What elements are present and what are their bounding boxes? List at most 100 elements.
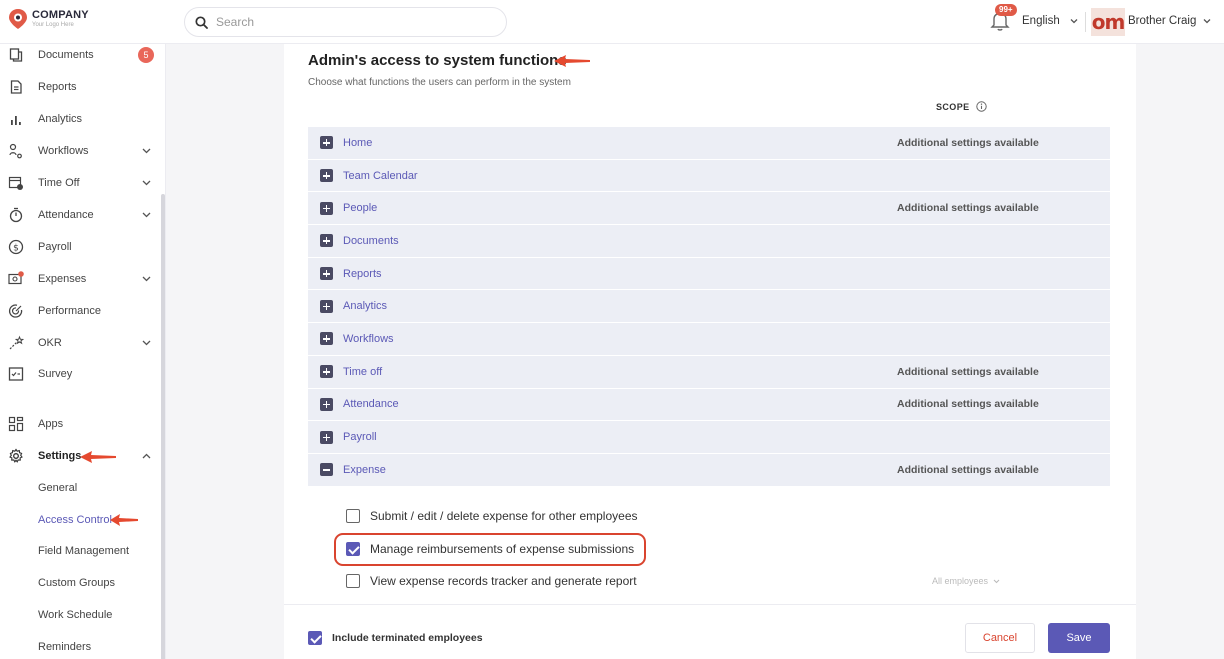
workflows-icon <box>8 143 24 159</box>
module-label: Analytics <box>343 300 388 313</box>
scope-value: All employees <box>932 576 989 586</box>
chevron-down-icon[interactable] <box>142 276 151 282</box>
additional-settings-note: Additional settings available <box>897 136 1039 149</box>
language-selector[interactable]: English <box>1022 15 1078 27</box>
sidebar-scrollbar[interactable] <box>161 194 165 659</box>
module-label: Team Calendar <box>343 169 418 182</box>
sidebar-item-label: Settings <box>38 450 82 462</box>
include-terminated-checkbox[interactable] <box>308 631 322 645</box>
cancel-button[interactable]: Cancel <box>965 623 1035 653</box>
reports-icon <box>8 79 24 95</box>
module-row-workflows[interactable]: Workflows <box>308 323 1110 356</box>
permission-checkbox[interactable] <box>346 509 360 523</box>
include-terminated-label: Include terminated employees <box>332 632 483 644</box>
settings-sub-general[interactable]: General <box>38 482 77 494</box>
permission-label: View expense records tracker and generat… <box>370 574 637 588</box>
sidebar-item-okr[interactable]: OKR <box>0 329 160 357</box>
sidebar-item-label: Documents <box>38 49 94 61</box>
module-row-analytics[interactable]: Analytics <box>308 290 1110 324</box>
sidebar-item-reports[interactable]: Reports <box>0 73 160 101</box>
module-row-people[interactable]: People Additional settings available <box>308 192 1110 226</box>
module-row-expense[interactable]: Expense Additional settings available <box>308 453 1110 487</box>
payroll-icon: $ <box>8 239 24 255</box>
settings-sub-work-schedule[interactable]: Work Schedule <box>38 609 112 621</box>
expand-plus-icon[interactable] <box>320 169 333 183</box>
expand-plus-icon[interactable] <box>320 201 333 215</box>
expand-plus-icon[interactable] <box>320 299 333 313</box>
sidebar-item-label: OKR <box>38 337 62 349</box>
module-permissions-table: Home Additional settings available Team … <box>308 127 1110 487</box>
module-row-attendance[interactable]: Attendance Additional settings available <box>308 388 1110 422</box>
module-row-documents[interactable]: Documents <box>308 225 1110 258</box>
sidebar-item-label: Time Off <box>38 177 80 189</box>
expand-plus-icon[interactable] <box>320 365 333 379</box>
settings-sub-access-control[interactable]: Access Control <box>38 514 112 526</box>
language-label: English <box>1022 15 1060 27</box>
notification-count-badge: 99+ <box>995 4 1017 16</box>
sidebar-item-documents[interactable]: Documents 5 <box>0 44 160 69</box>
module-row-time-off[interactable]: Time off Additional settings available <box>308 355 1110 389</box>
permission-submit-edit-delete-expense[interactable]: Submit / edit / delete expense for other… <box>346 509 638 523</box>
chevron-down-icon[interactable] <box>142 340 151 346</box>
permission-view-expense-tracker[interactable]: View expense records tracker and generat… <box>346 574 637 588</box>
settings-sub-custom-groups[interactable]: Custom Groups <box>38 577 115 589</box>
sidebar-item-label: Reports <box>38 81 77 93</box>
search-input[interactable] <box>216 15 486 29</box>
permission-manage-reimbursements[interactable]: Manage reimbursements of expense submiss… <box>346 542 634 556</box>
settings-sub-field-management[interactable]: Field Management <box>38 545 129 557</box>
sidebar-item-workflows[interactable]: Workflows <box>0 137 160 165</box>
settings-sub-reminders[interactable]: Reminders <box>38 641 91 653</box>
search-bar[interactable] <box>184 7 507 37</box>
module-row-home[interactable]: Home Additional settings available <box>308 127 1110 160</box>
chevron-up-icon[interactable] <box>142 453 151 459</box>
sidebar-item-apps[interactable]: Apps <box>0 410 160 438</box>
scope-dropdown[interactable]: All employees <box>932 576 1000 586</box>
search-icon <box>195 15 208 29</box>
apps-icon <box>8 416 24 432</box>
chevron-down-icon[interactable] <box>142 148 151 154</box>
permission-checkbox[interactable] <box>346 574 360 588</box>
sidebar-item-survey[interactable]: Survey <box>0 360 160 388</box>
sidebar-item-time-off[interactable]: Time Off <box>0 169 160 197</box>
company-logo[interactable]: COMPANY Your Logo Here <box>8 8 89 30</box>
module-row-payroll[interactable]: Payroll <box>308 421 1110 454</box>
documents-count-badge: 5 <box>138 47 154 63</box>
permission-checkbox[interactable] <box>346 542 360 556</box>
scope-header: SCOPE <box>936 101 987 112</box>
expand-plus-icon[interactable] <box>320 136 333 150</box>
okr-icon <box>8 335 24 351</box>
save-button[interactable]: Save <box>1048 623 1110 653</box>
user-menu[interactable]: Brother Craig <box>1128 15 1211 27</box>
module-label: Home <box>343 136 373 149</box>
sidebar-item-payroll[interactable]: $ Payroll <box>0 233 160 261</box>
scope-label: SCOPE <box>936 101 970 112</box>
chevron-down-icon[interactable] <box>142 180 151 186</box>
sidebar-item-label: Survey <box>38 368 73 380</box>
include-terminated-toggle[interactable]: Include terminated employees <box>308 631 483 645</box>
info-icon[interactable] <box>975 101 987 112</box>
expand-plus-icon[interactable] <box>320 430 333 444</box>
sidebar-item-performance[interactable]: Performance <box>0 297 160 325</box>
settings-icon <box>8 448 24 464</box>
permission-label: Submit / edit / delete expense for other… <box>370 509 638 523</box>
annotation-arrow-icon <box>110 514 138 526</box>
expand-plus-icon[interactable] <box>320 397 333 411</box>
sidebar-item-expenses[interactable]: Expenses <box>0 265 160 293</box>
expand-plus-icon[interactable] <box>320 267 333 281</box>
module-row-reports[interactable]: Reports <box>308 257 1110 291</box>
sidebar-item-attendance[interactable]: Attendance <box>0 201 160 229</box>
additional-settings-note: Additional settings available <box>897 365 1039 378</box>
sidebar-item-analytics[interactable]: Analytics <box>0 105 160 133</box>
sidebar-item-label: Attendance <box>38 209 94 221</box>
module-label: Expense <box>343 463 386 476</box>
module-row-team-calendar[interactable]: Team Calendar <box>308 159 1110 193</box>
expand-plus-icon[interactable] <box>320 234 333 248</box>
avatar[interactable]: om <box>1091 8 1125 36</box>
expand-plus-icon[interactable] <box>320 332 333 346</box>
collapse-minus-icon[interactable] <box>320 463 333 477</box>
sidebar-item-label: Analytics <box>38 113 83 125</box>
additional-settings-note: Additional settings available <box>897 463 1039 476</box>
user-name: Brother Craig <box>1128 15 1197 27</box>
additional-settings-note: Additional settings available <box>897 202 1039 215</box>
chevron-down-icon[interactable] <box>142 212 151 218</box>
